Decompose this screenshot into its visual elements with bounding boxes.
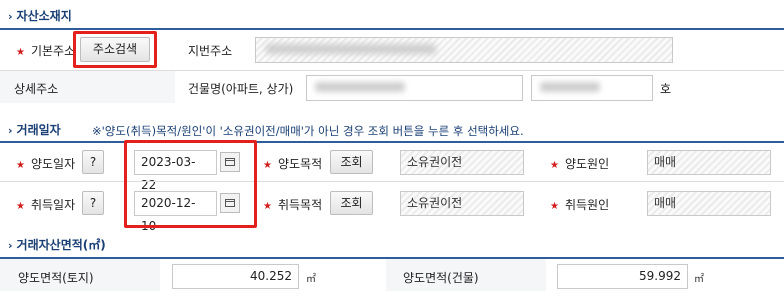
- asterisk-icon: ★: [550, 160, 559, 171]
- asterisk-icon: ★: [16, 47, 25, 58]
- redacted-text: [540, 82, 600, 92]
- chevron-right-icon: ›: [8, 239, 13, 252]
- transfer-date-help-button[interactable]: ?: [82, 150, 104, 174]
- acquire-cause-label: ★ 취득원인: [550, 198, 610, 212]
- transfer-purpose-lookup-button[interactable]: 조회: [330, 150, 373, 174]
- asterisk-icon: ★: [550, 201, 559, 212]
- transfer-date-label: ★ 양도일자: [16, 157, 76, 171]
- section-title-location: › 자산소재지: [8, 9, 72, 23]
- divider: [0, 28, 784, 30]
- acquire-date-label: ★ 취득일자: [16, 198, 76, 212]
- transfer-purpose-field[interactable]: 소유권이전: [400, 150, 524, 175]
- asterisk-icon: ★: [16, 201, 25, 212]
- transfer-cause-field[interactable]: 매매: [647, 150, 771, 175]
- building-name-label: 건물명(아파트, 상가): [188, 82, 294, 96]
- redacted-text: [315, 82, 405, 92]
- land-area-input[interactable]: 40.252: [172, 264, 299, 289]
- divider: [0, 181, 784, 182]
- asterisk-icon: ★: [263, 160, 272, 171]
- lot-address-label: 지번주소: [188, 44, 233, 58]
- chevron-right-icon: ›: [8, 10, 13, 23]
- acquire-purpose-field[interactable]: 소유권이전: [400, 191, 524, 216]
- basic-address-label: ★ 기본주소: [16, 44, 76, 58]
- trade-note: ※'양도(취득)목적/원인'이 '소유권이전/매매'가 아닌 경우 조회 버튼을…: [92, 124, 524, 138]
- acquire-purpose-lookup-button[interactable]: 조회: [330, 191, 373, 215]
- redacted-text: [266, 44, 436, 54]
- acquire-cause-field[interactable]: 매매: [647, 191, 771, 216]
- detail-address-label: 상세주소: [14, 82, 59, 96]
- chevron-right-icon: ›: [8, 124, 13, 137]
- acquire-purpose-label: ★ 취득목적: [263, 198, 323, 212]
- transfer-cause-label: ★ 양도원인: [550, 157, 610, 171]
- building-area-unit: ㎡: [694, 274, 704, 285]
- highlight-box: [73, 31, 157, 68]
- asterisk-icon: ★: [16, 160, 25, 171]
- asterisk-icon: ★: [263, 201, 272, 212]
- land-area-label: 양도면적(토지): [18, 271, 94, 285]
- land-area-unit: ㎡: [306, 274, 316, 285]
- section-title-trade-area: › 거래자산면적(㎡): [8, 238, 106, 252]
- transfer-purpose-label: ★ 양도목적: [263, 157, 323, 171]
- acquire-date-help-button[interactable]: ?: [82, 191, 104, 215]
- highlight-box: [124, 140, 257, 228]
- divider: [0, 141, 784, 143]
- unit-suffix-label: 호: [660, 82, 672, 96]
- building-area-input[interactable]: 59.992: [557, 264, 688, 289]
- section-title-trade-date: › 거래일자: [8, 123, 61, 137]
- building-area-label: 양도면적(건물): [403, 271, 479, 285]
